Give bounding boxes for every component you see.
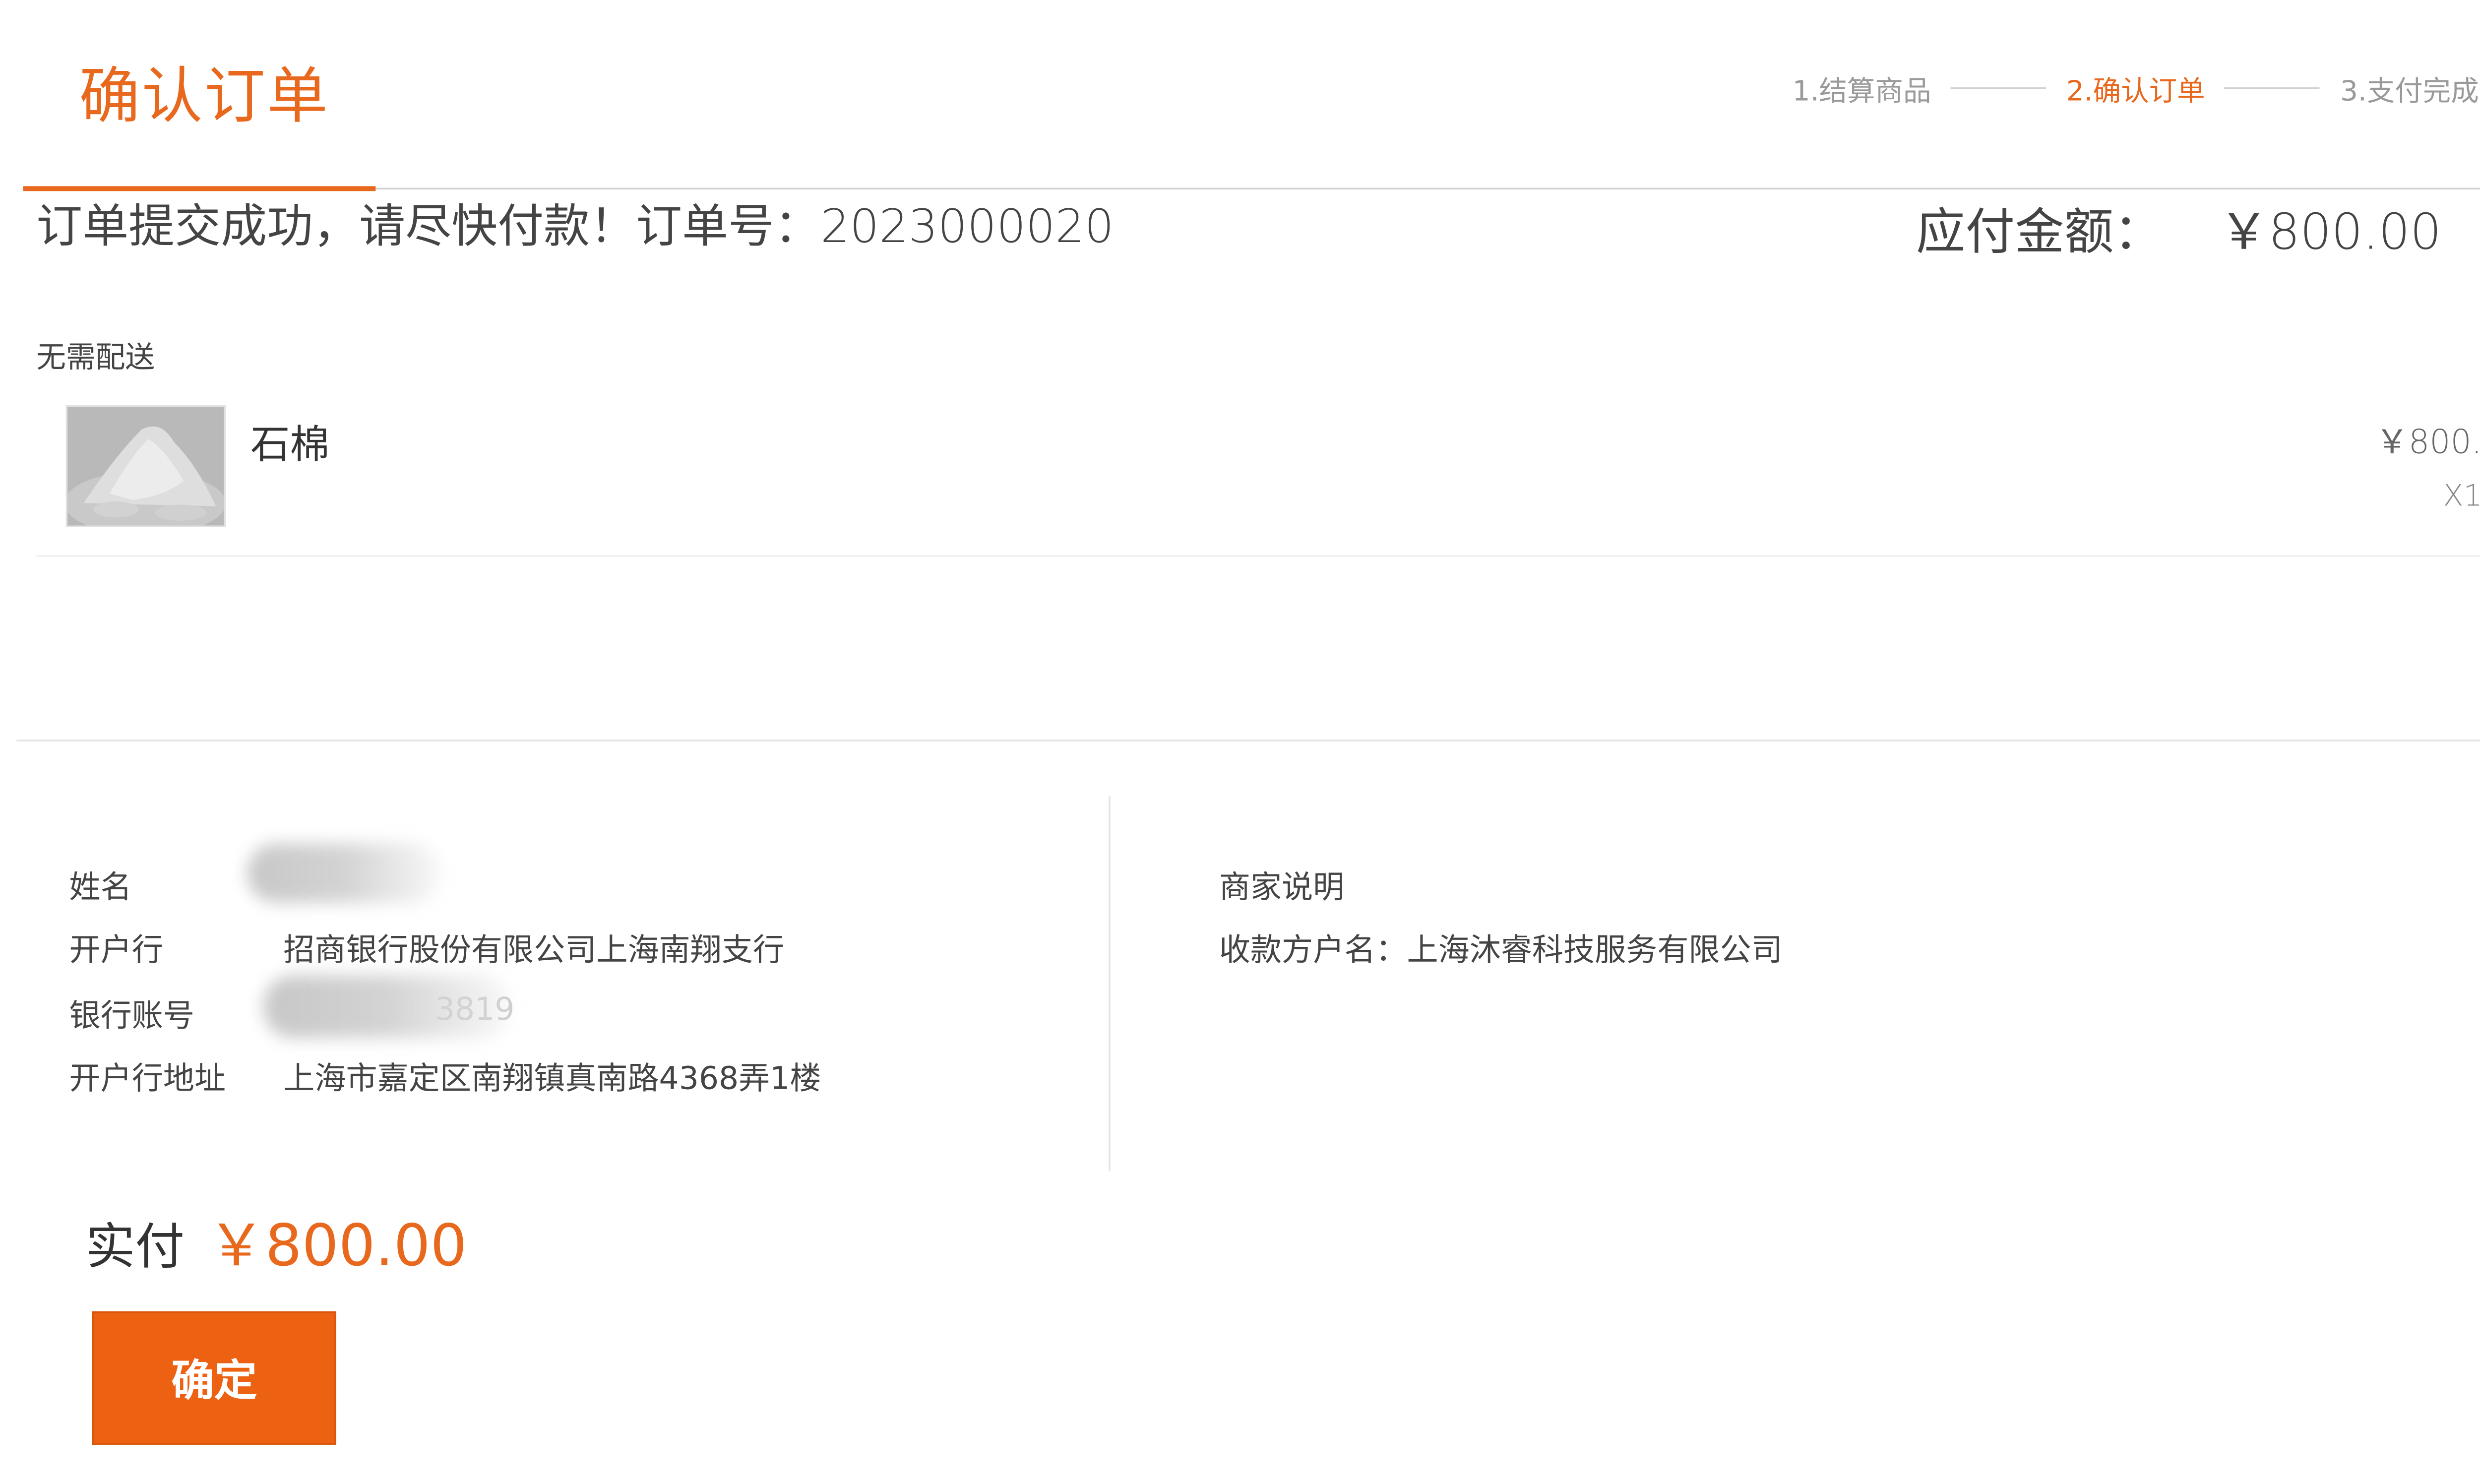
merchant-payee: 收款方户名：上海沐睿科技服务有限公司 <box>1219 932 1783 969</box>
address-value: 上海市嘉定区南翔镇真南路4368弄1楼 <box>283 1060 821 1098</box>
bank-value: 招商银行股份有限公司上海南翔支行 <box>283 932 785 969</box>
step-connector <box>1951 86 2046 88</box>
product-image <box>65 405 226 527</box>
order-confirm-page: 确认订单 1.结算商品 2.确认订单 3.支付完成 订单提交成功，请尽快付款！订… <box>0 0 2480 1484</box>
header-accent-bar <box>23 186 376 191</box>
paid-amount: ￥800.00 <box>207 1214 467 1280</box>
payable-amount: ￥800.00 <box>2219 204 2442 262</box>
progress-steps: 1.结算商品 2.确认订单 3.支付完成 <box>1792 67 2479 108</box>
item-divider <box>36 555 2480 557</box>
payable-label: 应付金额： <box>1916 204 2164 262</box>
bank-label: 开户行 <box>69 932 163 969</box>
page-title: 确认订单 <box>79 61 330 132</box>
product-price: ￥800.00 <box>2375 422 2480 461</box>
name-label: 姓名 <box>69 869 132 906</box>
payable-amount-block: 应付金额： ￥800.00 <box>1916 191 2441 263</box>
product-quantity: X1 <box>2443 479 2480 514</box>
address-label: 开户行地址 <box>69 1060 226 1098</box>
account-label: 银行账号 <box>69 998 194 1035</box>
column-divider <box>1109 796 1111 1172</box>
step-checkout: 1.结算商品 <box>1792 75 1931 108</box>
merchant-notes-heading: 商家说明 <box>1219 869 1345 906</box>
redacted-name <box>247 843 442 903</box>
product-name: 石棉 <box>250 422 330 468</box>
step-connector <box>2225 86 2321 88</box>
step-payment-complete: 3.支付完成 <box>2340 75 2479 108</box>
section-divider <box>16 740 2480 742</box>
confirm-button[interactable]: 确定 <box>92 1311 336 1445</box>
step-confirm-order: 2.确认订单 <box>2066 75 2205 108</box>
delivery-method: 无需配送 <box>36 341 155 376</box>
header-divider <box>23 187 2480 189</box>
paid-label: 实付 <box>85 1219 185 1277</box>
order-success-message: 订单提交成功，请尽快付款！订单号：2023000020 <box>36 199 1114 254</box>
redacted-account-number <box>263 975 511 1038</box>
